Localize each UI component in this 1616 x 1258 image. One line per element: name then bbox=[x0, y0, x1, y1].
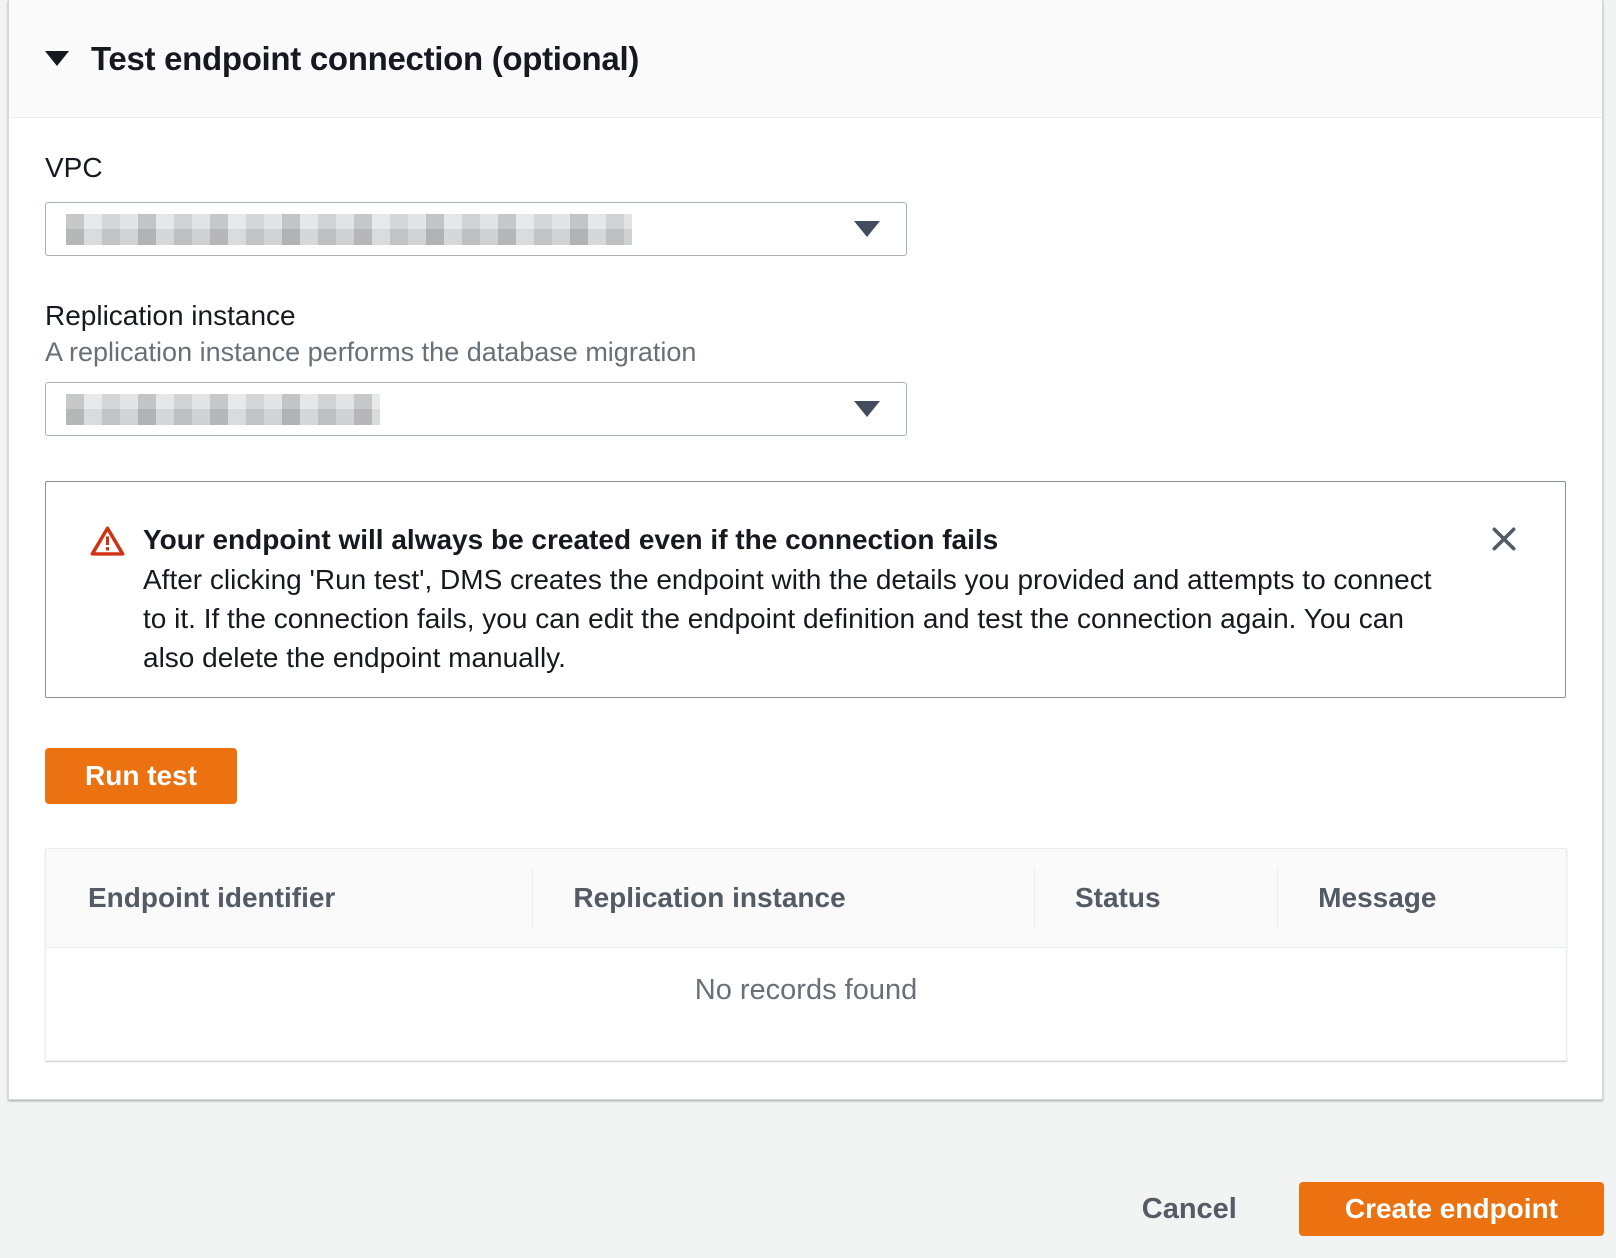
warning-alert: Your endpoint will always be created eve… bbox=[45, 481, 1566, 698]
replication-instance-select[interactable] bbox=[45, 382, 907, 436]
vpc-select[interactable] bbox=[45, 202, 907, 256]
column-header-replication-instance: Replication instance bbox=[532, 868, 1034, 928]
column-header-status: Status bbox=[1034, 868, 1277, 928]
replication-instance-field: Replication instance A replication insta… bbox=[45, 300, 1566, 436]
chevron-down-icon bbox=[854, 221, 880, 237]
replication-instance-description: A replication instance performs the data… bbox=[45, 336, 1566, 368]
page-title: Test endpoint connection (optional) bbox=[91, 40, 639, 78]
table-body: No records found bbox=[46, 948, 1566, 1060]
empty-state-message: No records found bbox=[46, 948, 1566, 1007]
panel-body: VPC Replication instance A replication i… bbox=[9, 118, 1602, 1061]
vpc-label: VPC bbox=[45, 152, 1566, 184]
run-test-button[interactable]: Run test bbox=[45, 748, 237, 804]
warning-triangle-icon bbox=[90, 525, 125, 562]
table-header-row: Endpoint identifier Replication instance… bbox=[46, 849, 1566, 948]
create-endpoint-button[interactable]: Create endpoint bbox=[1299, 1182, 1604, 1236]
warning-alert-title: Your endpoint will always be created eve… bbox=[143, 520, 1483, 560]
test-results-table: Endpoint identifier Replication instance… bbox=[45, 848, 1567, 1061]
column-header-message: Message bbox=[1277, 868, 1566, 928]
column-header-endpoint-identifier: Endpoint identifier bbox=[46, 868, 532, 928]
panel-header: Test endpoint connection (optional) bbox=[9, 0, 1602, 118]
vpc-field: VPC bbox=[45, 152, 1566, 256]
vpc-redacted-value bbox=[66, 214, 632, 245]
warning-alert-content: Your endpoint will always be created eve… bbox=[143, 520, 1483, 677]
collapse-triangle-icon[interactable] bbox=[45, 51, 69, 66]
cancel-button[interactable]: Cancel bbox=[1142, 1193, 1237, 1226]
replication-instance-label: Replication instance bbox=[45, 300, 1566, 332]
warning-alert-body: After clicking 'Run test', DMS creates t… bbox=[143, 560, 1453, 677]
close-icon[interactable] bbox=[1483, 522, 1525, 559]
footer-actions: Cancel Create endpoint bbox=[0, 1100, 1616, 1236]
chevron-down-icon bbox=[854, 401, 880, 417]
test-endpoint-connection-panel: Test endpoint connection (optional) VPC … bbox=[8, 0, 1603, 1100]
replication-instance-redacted-value bbox=[66, 394, 380, 425]
